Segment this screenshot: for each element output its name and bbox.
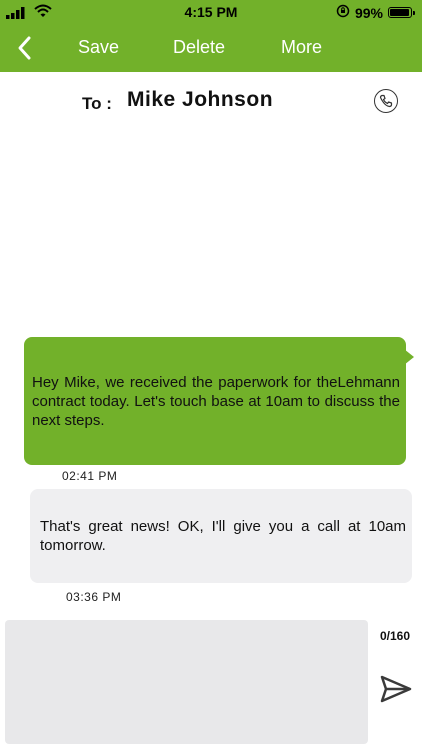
save-button[interactable]: Save (78, 37, 119, 58)
status-bar: 4:15 PM 99% (0, 0, 422, 24)
send-button[interactable] (380, 673, 412, 705)
incoming-message: That's great news! OK, I'll give you a c… (30, 489, 412, 583)
back-button[interactable] (14, 34, 38, 62)
call-button[interactable] (374, 89, 398, 113)
phone-icon (379, 94, 393, 108)
character-counter: 0/160 (380, 629, 411, 643)
battery-percent: 99% (354, 4, 383, 21)
delete-button[interactable]: Delete (173, 37, 225, 58)
app-header: 4:15 PM 99% Save Delete More (0, 0, 422, 72)
message-time: 03:36 PM (66, 590, 122, 604)
message-time: 02:41 PM (62, 469, 118, 483)
orientation-lock-icon (336, 4, 350, 21)
message-input[interactable] (5, 620, 368, 744)
chevron-left-icon (18, 36, 31, 60)
outgoing-message: Hey Mike, we received the paperwork for … (24, 337, 414, 465)
battery-fill (390, 9, 409, 16)
to-label: To : (82, 94, 112, 113)
more-button[interactable]: More (281, 37, 322, 58)
recipient-row: To : Mike Johnson (0, 88, 422, 118)
recipient-name[interactable]: Mike Johnson (127, 88, 273, 112)
status-right: 99% (336, 4, 415, 21)
nav-bar: Save Delete More (0, 30, 422, 66)
battery-icon (388, 7, 415, 18)
send-icon (380, 675, 412, 703)
